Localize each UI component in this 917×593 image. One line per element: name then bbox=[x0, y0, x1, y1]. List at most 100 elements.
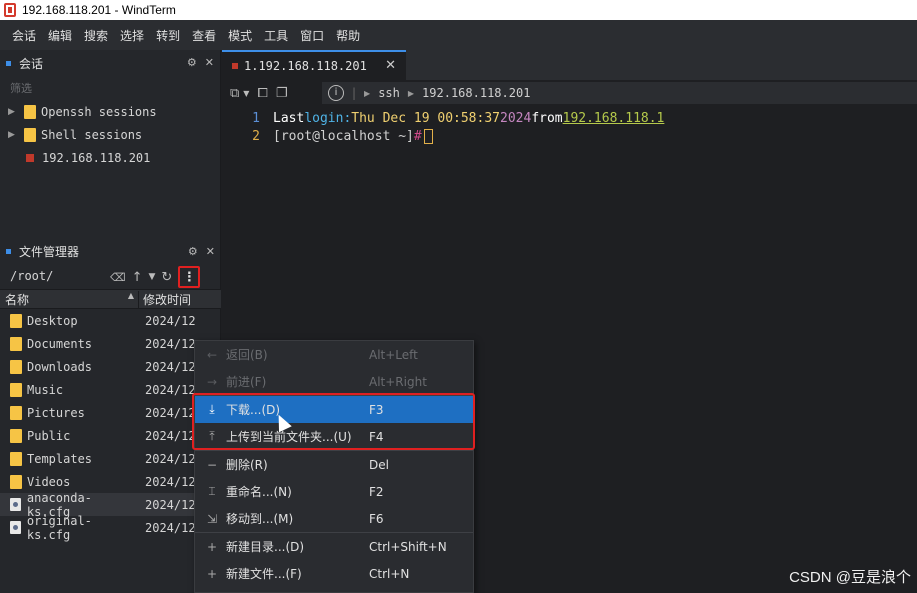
line-number: 2 bbox=[252, 128, 260, 144]
file-list-header: 名称 ▲ 修改时间 bbox=[0, 289, 221, 309]
column-name[interactable]: 名称 ▲ bbox=[0, 291, 138, 308]
menu-item-shortcut: Ctrl+N bbox=[369, 566, 410, 581]
file-icon bbox=[10, 521, 21, 534]
menu-item-new-folder[interactable]: + 新建目录...(D) Ctrl+Shift+N bbox=[195, 533, 473, 560]
tree-item-session[interactable]: 192.168.118.201 bbox=[0, 146, 220, 169]
sessions-panel-title: 会话 bbox=[19, 56, 44, 71]
file-manager-title: 文件管理器 bbox=[19, 244, 80, 259]
chevron-right-icon[interactable]: ▶ bbox=[8, 130, 18, 140]
file-row[interactable]: Public 2024/12 bbox=[0, 424, 221, 447]
file-row[interactable]: Templates 2024/12 bbox=[0, 447, 221, 470]
sort-asc-icon: ▲ bbox=[127, 290, 134, 300]
close-icon[interactable]: ✕ bbox=[206, 245, 215, 258]
menu-item-label: 重命名...(N) bbox=[226, 485, 292, 499]
menu-item-shortcut: Alt+Right bbox=[369, 374, 427, 389]
file-row[interactable]: Music 2024/12 bbox=[0, 378, 221, 401]
menu-goto[interactable]: 转到 bbox=[150, 27, 186, 44]
file-row[interactable]: Desktop 2024/12 bbox=[0, 309, 221, 332]
menu-window[interactable]: 窗口 bbox=[294, 27, 330, 44]
terminal-line: 1 Last login: Thu Dec 19 00:58:37 2024 f… bbox=[222, 109, 917, 127]
column-modified[interactable]: 修改时间 bbox=[138, 290, 191, 308]
file-row[interactable]: Downloads 2024/12 bbox=[0, 355, 221, 378]
windterm-logo-icon bbox=[4, 3, 16, 17]
menu-item-shortcut: Alt+Left bbox=[369, 347, 418, 362]
file-icon bbox=[10, 498, 21, 511]
menu-session[interactable]: 会话 bbox=[6, 27, 42, 44]
menu-item-shortcut: F2 bbox=[369, 484, 384, 499]
annotation-highlight-box bbox=[192, 393, 475, 450]
rename-icon: ⌶ bbox=[208, 484, 216, 498]
terminal-text: login: bbox=[304, 110, 352, 126]
menu-item-label: 新建目录...(D) bbox=[226, 540, 305, 554]
arrow-left-icon: ← bbox=[206, 347, 218, 362]
menu-item-label: 新建文件...(F) bbox=[226, 567, 302, 581]
menu-item-shortcut: Ctrl+Shift+N bbox=[369, 539, 447, 554]
close-icon[interactable]: ✕ bbox=[385, 58, 396, 73]
file-row[interactable]: original-ks.cfg 2024/12 bbox=[0, 514, 221, 542]
plus-icon: + bbox=[206, 566, 218, 581]
menu-view[interactable]: 查看 bbox=[186, 27, 222, 44]
tab-bar: 1.192.168.118.201 ✕ bbox=[222, 50, 917, 80]
chevron-right-icon: ▶ bbox=[364, 88, 371, 98]
watermark: CSDN @豆是浪个 bbox=[789, 569, 911, 586]
info-icon[interactable]: i bbox=[328, 85, 344, 101]
clear-path-icon[interactable]: ⌫ bbox=[110, 271, 126, 284]
file-manager-header: 文件管理器 ⚙ ✕ bbox=[0, 239, 221, 263]
menu-item-move[interactable]: ⇲ 移动到...(M) F6 bbox=[195, 505, 473, 532]
tree-item-label: Openssh sessions bbox=[41, 104, 157, 119]
menu-item-label: 前进(F) bbox=[226, 375, 267, 389]
menu-item-new-file[interactable]: + 新建文件...(F) Ctrl+N bbox=[195, 560, 473, 587]
close-icon[interactable]: ✕ bbox=[205, 56, 214, 69]
folder-icon bbox=[10, 313, 22, 328]
duplicate-tab-icon[interactable]: ⧠ bbox=[257, 86, 267, 101]
menu-select[interactable]: 选择 bbox=[114, 27, 150, 44]
copy-icon[interactable]: ❐ bbox=[276, 86, 288, 101]
chevron-down-icon[interactable]: ▼ bbox=[243, 89, 249, 98]
menu-help[interactable]: 帮助 bbox=[330, 27, 366, 44]
file-manager-panel: 文件管理器 ⚙ ✕ /root/ ⌫ ↑ ▼ ↻ ⋮ 名称 ▲ 修改时间 Desk… bbox=[0, 239, 221, 542]
line-number: 1 bbox=[252, 110, 260, 126]
path-input[interactable]: /root/ bbox=[10, 269, 53, 283]
folder-icon bbox=[10, 336, 22, 351]
menu-tools[interactable]: 工具 bbox=[258, 27, 294, 44]
chevron-right-icon: ▶ bbox=[407, 88, 415, 98]
terminal-text: from bbox=[531, 110, 563, 126]
menu-item-shortcut: Del bbox=[369, 457, 389, 472]
new-tab-icon[interactable]: ⧉ bbox=[230, 86, 239, 101]
tree-item-label: Shell sessions bbox=[41, 127, 143, 142]
tree-item-openssh[interactable]: ▶ Openssh sessions bbox=[0, 100, 220, 123]
file-row[interactable]: Documents 2024/12 bbox=[0, 332, 221, 355]
breadcrumb-host[interactable]: 192.168.118.201 bbox=[422, 86, 530, 100]
gear-icon[interactable]: ⚙ bbox=[187, 56, 197, 69]
folder-icon bbox=[10, 382, 22, 397]
chevron-down-icon[interactable]: ▼ bbox=[148, 272, 155, 282]
breadcrumb-protocol[interactable]: ssh bbox=[378, 86, 400, 100]
tab-session[interactable]: 1.192.168.118.201 ✕ bbox=[222, 50, 406, 80]
session-filter-input[interactable]: 筛选 bbox=[0, 76, 220, 100]
refresh-icon[interactable]: ↻ bbox=[161, 270, 172, 285]
menu-item-back[interactable]: ← 返回(B) Alt+Left bbox=[195, 341, 473, 368]
more-options-button[interactable]: ⋮ bbox=[178, 266, 201, 288]
terminal-text: 2024 bbox=[500, 110, 532, 126]
context-menu: ← 返回(B) Alt+Left → 前进(F) Alt+Right ⤓ 下载.… bbox=[194, 340, 474, 593]
gear-icon[interactable]: ⚙ bbox=[188, 245, 198, 258]
menu-item-forward[interactable]: → 前进(F) Alt+Right bbox=[195, 368, 473, 395]
tree-item-shell[interactable]: ▶ Shell sessions bbox=[0, 123, 220, 146]
terminal-link[interactable]: 192.168.118.1 bbox=[563, 111, 665, 126]
sessions-panel-header: 会话 ⚙ ✕ bbox=[0, 50, 220, 76]
folder-icon bbox=[24, 104, 36, 119]
menu-item-label: 移动到...(M) bbox=[226, 512, 294, 526]
menu-mode[interactable]: 模式 bbox=[222, 27, 258, 44]
tree-item-label: 192.168.118.201 bbox=[42, 150, 151, 165]
move-icon: ⇲ bbox=[206, 511, 218, 526]
menu-item-delete[interactable]: − 删除(R) Del bbox=[195, 451, 473, 478]
path-bar: /root/ ⌫ ↑ ▼ ↻ ⋮ bbox=[0, 263, 221, 289]
menu-item-shortcut: F6 bbox=[369, 511, 384, 526]
file-row[interactable]: Pictures 2024/12 bbox=[0, 401, 221, 424]
menu-item-rename[interactable]: ⌶ 重命名...(N) F2 bbox=[195, 478, 473, 505]
menu-search[interactable]: 搜索 bbox=[78, 27, 114, 44]
chevron-right-icon[interactable]: ▶ bbox=[8, 107, 18, 117]
arrow-up-icon[interactable]: ↑ bbox=[132, 270, 143, 285]
menu-bar: 会话 编辑 搜索 选择 转到 查看 模式 工具 窗口 帮助 bbox=[0, 20, 917, 50]
menu-edit[interactable]: 编辑 bbox=[42, 27, 78, 44]
